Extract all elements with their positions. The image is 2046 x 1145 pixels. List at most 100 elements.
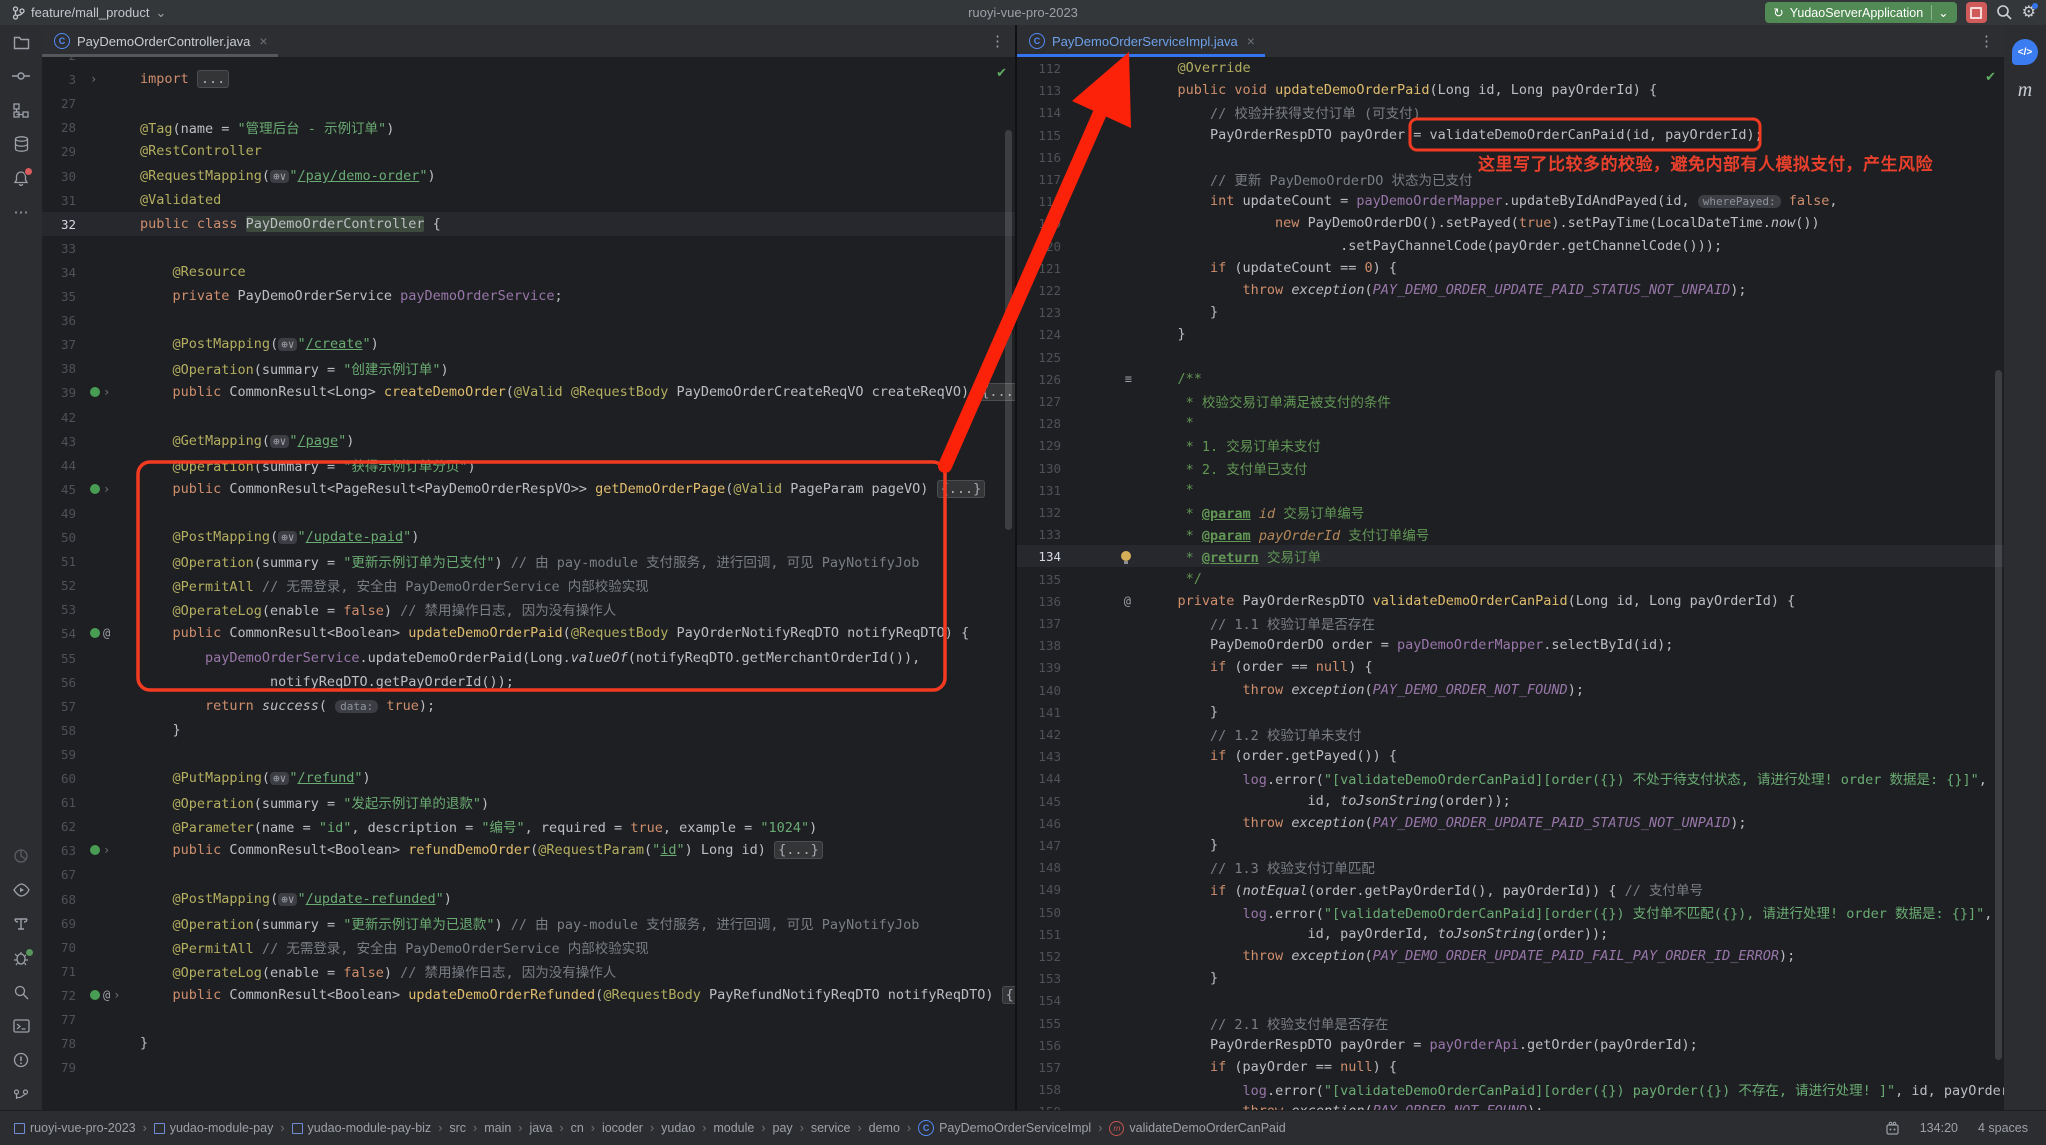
breadcrumb-item[interactable]: main	[484, 1121, 511, 1135]
web-url-icon-chip[interactable]: ⊕∨	[270, 435, 289, 448]
code-line[interactable]: 116	[1017, 146, 2004, 168]
code-line[interactable]: 143 if (order.getPayed()) {	[1017, 745, 2004, 767]
code-line[interactable]: 126≡ /**	[1017, 368, 2004, 390]
code-line[interactable]: 33	[42, 236, 1015, 260]
code-line[interactable]: 31@Validated	[42, 188, 1015, 212]
run-bean-icon[interactable]	[90, 387, 100, 397]
code-line[interactable]: 43 @GetMapping(⊕∨"/page")	[42, 429, 1015, 453]
code-line[interactable]: 44 @Operation(summary = "获得示例订单分页")	[42, 453, 1015, 477]
left-editor-scrollbar[interactable]	[1005, 130, 1012, 530]
find-tool-icon[interactable]	[0, 975, 42, 1009]
code-line[interactable]: 113↑ public void updateDemoOrderPaid(Lon…	[1017, 79, 2004, 101]
web-url-icon-chip[interactable]: ⊕∨	[278, 531, 297, 544]
breadcrumb-item[interactable]: demo	[869, 1121, 900, 1135]
code-line[interactable]: 121 if (updateCount == 0) {	[1017, 257, 2004, 279]
tab-paydemoordercontroller[interactable]: C PayDemoOrderController.java ×	[42, 25, 278, 57]
caret-position[interactable]: 134:20	[1920, 1121, 1958, 1135]
code-line[interactable]: 117 // 更新 PayDemoOrderDO 状态为已支付	[1017, 168, 2004, 190]
run-bean-icon[interactable]	[90, 845, 100, 855]
code-line[interactable]: 38 @Operation(summary = "创建示例订单")	[42, 356, 1015, 380]
version-control-tool-icon[interactable]	[0, 1077, 42, 1111]
code-line[interactable]: 118 int updateCount = payDemoOrderMapper…	[1017, 190, 2004, 212]
code-line[interactable]: 30@RequestMapping(⊕∨"/pay/demo-order")	[42, 164, 1015, 188]
code-line[interactable]: 153 }	[1017, 967, 2004, 989]
code-line[interactable]: 158 log.error("[validateDemoOrderCanPaid…	[1017, 1078, 2004, 1100]
code-line[interactable]: 156 PayOrderRespDTO payOrder = payOrderA…	[1017, 1034, 2004, 1056]
tab-options-icon[interactable]: ⋮	[990, 32, 1005, 50]
right-editor-scrollbar[interactable]	[1995, 370, 2002, 1060]
code-line[interactable]: 128 *	[1017, 412, 2004, 434]
code-line[interactable]: 77	[42, 1007, 1015, 1031]
problems-tool-icon[interactable]	[0, 1043, 42, 1077]
folded-region[interactable]: {...}	[937, 480, 986, 498]
code-line[interactable]: 79	[42, 1055, 1015, 1079]
code-line[interactable]: 58 }	[42, 718, 1015, 742]
code-line[interactable]: 147 }	[1017, 834, 2004, 856]
code-line[interactable]: 151 id, payOrderId, toJsonString(order))…	[1017, 923, 2004, 945]
notifications-bell-icon[interactable]	[0, 161, 42, 195]
code-line[interactable]: 137 // 1.1 校验订单是否存在	[1017, 612, 2004, 634]
intention-bulb-icon[interactable]	[1121, 551, 1131, 561]
code-line[interactable]: 35 private PayDemoOrderService payDemoOr…	[42, 284, 1015, 308]
web-url-icon-chip[interactable]: ⊕∨	[270, 170, 289, 183]
code-line[interactable]: 115 PayOrderRespDTO payOrder = validateD…	[1017, 124, 2004, 146]
code-line[interactable]: 39› public CommonResult<Long> createDemo…	[42, 380, 1015, 404]
code-line[interactable]: 145 id, toJsonString(order));	[1017, 790, 2004, 812]
code-line[interactable]: 122 throw exception(PAY_DEMO_ORDER_UPDAT…	[1017, 279, 2004, 301]
code-line[interactable]: 133 * @param payOrderId 支付订单编号	[1017, 523, 2004, 545]
code-line[interactable]: 142 // 1.2 校验订单未支付	[1017, 723, 2004, 745]
code-line[interactable]: 152 throw exception(PAY_DEMO_ORDER_UPDAT…	[1017, 945, 2004, 967]
code-line[interactable]: 144 log.error("[validateDemoOrderCanPaid…	[1017, 767, 2004, 789]
code-line[interactable]: 119 new PayDemoOrderDO().setPayed(true).…	[1017, 212, 2004, 234]
breadcrumb-item[interactable]: module	[713, 1121, 754, 1135]
overriding-method-icon[interactable]: ↑	[1114, 84, 1131, 97]
code-line[interactable]: 28@Tag(name = "管理后台 - 示例订单")	[42, 115, 1015, 139]
code-line[interactable]: 154	[1017, 989, 2004, 1011]
code-line[interactable]: 67	[42, 862, 1015, 886]
breadcrumb-item[interactable]: mvalidateDemoOrderCanPaid	[1109, 1121, 1285, 1136]
breadcrumb-item[interactable]: service	[811, 1121, 851, 1135]
code-line[interactable]: 155 // 2.1 校验支付单是否存在	[1017, 1012, 2004, 1034]
more-tools-icon[interactable]: ⋯	[0, 195, 42, 229]
web-url-icon-chip[interactable]: ⊕∨	[270, 772, 289, 785]
code-line[interactable]: 70 @PermitAll // 无需登录, 安全由 PayDemoOrderS…	[42, 935, 1015, 959]
code-line[interactable]: 50 @PostMapping(⊕∨"/update-paid")	[42, 525, 1015, 549]
code-line[interactable]: 129 * 1. 交易订单未支付	[1017, 434, 2004, 456]
run-configuration-button[interactable]: ↻ YudaoServerApplication ⌄	[1765, 2, 1956, 23]
run-bean-icon[interactable]	[90, 990, 100, 1000]
code-line[interactable]: 125	[1017, 346, 2004, 368]
fold-arrow-icon[interactable]: ›	[90, 72, 97, 86]
breadcrumb-item[interactable]: yudao-module-pay	[154, 1121, 274, 1135]
code-line[interactable]: 49	[42, 501, 1015, 525]
stop-button[interactable]	[1966, 2, 1987, 23]
profiler-tool-icon[interactable]	[0, 839, 42, 873]
code-line[interactable]: 130 * 2. 支付单已支付	[1017, 457, 2004, 479]
code-line[interactable]: 32public class PayDemoOrderController {	[42, 212, 1015, 236]
code-line[interactable]: 56 notifyReqDTO.getPayOrderId());	[42, 670, 1015, 694]
folded-region[interactable]: ...	[197, 70, 229, 88]
web-url-icon-chip[interactable]: ⊕∨	[278, 338, 297, 351]
ai-assistant-icon[interactable]: </>	[2012, 39, 2038, 65]
close-icon[interactable]: ×	[1247, 33, 1255, 49]
breadcrumb-item[interactable]: iocoder	[602, 1121, 643, 1135]
breadcrumb-item[interactable]: yudao	[661, 1121, 695, 1135]
breadcrumb-item[interactable]: ruoyi-vue-pro-2023	[14, 1121, 136, 1135]
code-line[interactable]: 61 @Operation(summary = "发起示例订单的退款")	[42, 790, 1015, 814]
code-line[interactable]: 57 return success( data: true);	[42, 694, 1015, 718]
close-icon[interactable]: ×	[259, 33, 267, 49]
code-line[interactable]: 136@ private PayOrderRespDTO validateDem…	[1017, 590, 2004, 612]
code-line[interactable]: 127 * 校验交易订单满足被支付的条件	[1017, 390, 2004, 412]
code-line[interactable]: 148 // 1.3 校验支付订单匹配	[1017, 856, 2004, 878]
code-line[interactable]: 141 }	[1017, 701, 2004, 723]
code-line[interactable]: 51 @Operation(summary = "更新示例订单为已支付") //…	[42, 549, 1015, 573]
code-line[interactable]: 157 if (payOrder == null) {	[1017, 1056, 2004, 1078]
code-line[interactable]: 36	[42, 308, 1015, 332]
search-icon[interactable]	[1996, 4, 2013, 21]
terminal-tool-icon[interactable]	[0, 1009, 42, 1043]
folded-region[interactable]: {...}	[774, 841, 823, 859]
code-line[interactable]: 71 @OperateLog(enable = false) // 禁用操作日志…	[42, 959, 1015, 983]
breadcrumb-item[interactable]: yudao-module-pay-biz	[292, 1121, 432, 1135]
breadcrumb-item[interactable]: pay	[773, 1121, 793, 1135]
database-tool-icon[interactable]	[0, 127, 42, 161]
annotated-icon[interactable]: @	[1124, 594, 1131, 608]
